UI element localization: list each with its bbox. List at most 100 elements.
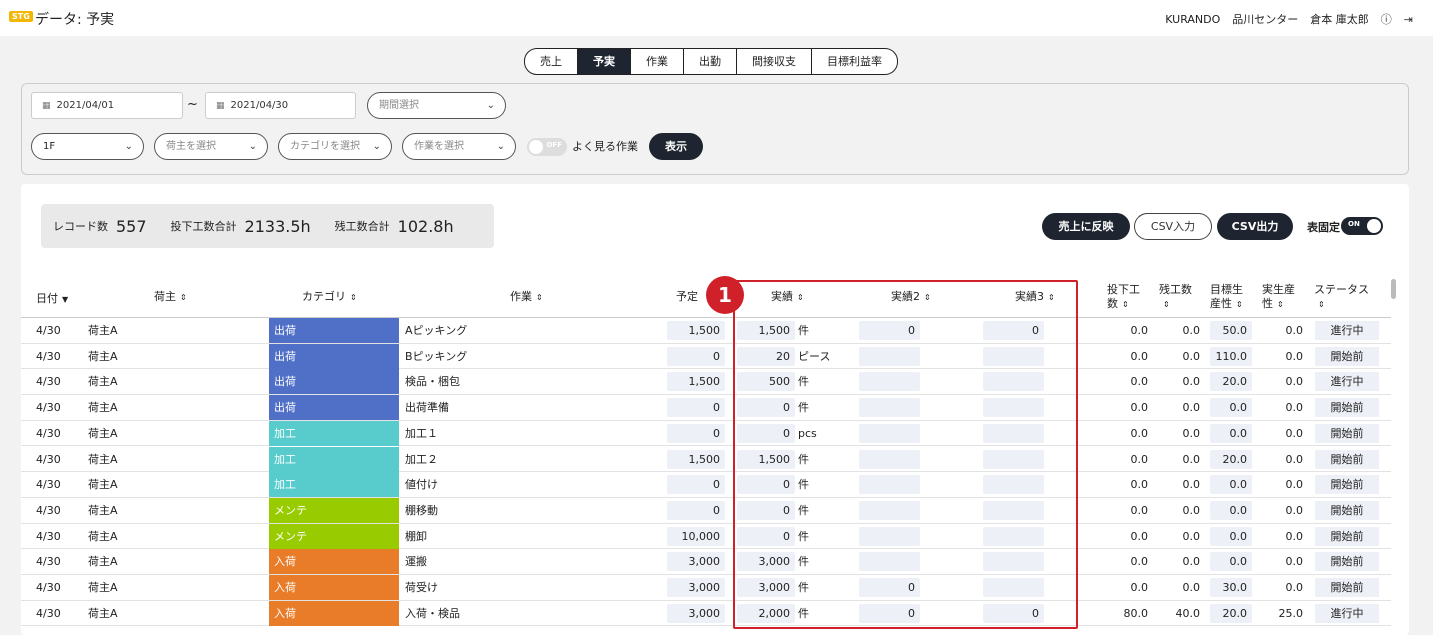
period-select[interactable]: 期間選択 ⌄ xyxy=(367,92,506,119)
shipper-select[interactable]: 荷主を選択 ⌄ xyxy=(154,133,268,160)
actual2-input[interactable] xyxy=(859,500,920,520)
col-work[interactable]: 作業 ⇕ xyxy=(510,290,543,305)
actual2-input[interactable]: 0 xyxy=(859,603,920,623)
category-select[interactable]: カテゴリを選択 ⌄ xyxy=(278,133,392,160)
status-badge[interactable]: 開始前 xyxy=(1315,398,1379,418)
frequent-work-toggle[interactable]: OFF xyxy=(527,138,567,156)
col-input-hours[interactable]: 投下工数 ⇕ xyxy=(1107,283,1140,312)
tab-sales[interactable]: 売上 xyxy=(525,49,578,74)
tab-attendance[interactable]: 出勤 xyxy=(684,49,737,74)
fix-header-toggle[interactable]: ON xyxy=(1341,217,1383,235)
target-productivity-input[interactable]: 0.0 xyxy=(1210,423,1252,443)
actual-input[interactable]: 0 xyxy=(737,398,795,418)
plan-input[interactable]: 0 xyxy=(667,423,725,443)
status-badge[interactable]: 開始前 xyxy=(1315,449,1379,469)
target-productivity-input[interactable]: 50.0 xyxy=(1210,321,1252,340)
col-status[interactable]: ステータス ⇕ xyxy=(1314,283,1369,312)
col-actual-productivity[interactable]: 実生産性 ⇕ xyxy=(1262,283,1295,312)
plan-input[interactable]: 0 xyxy=(667,475,725,495)
actual3-input[interactable] xyxy=(983,475,1044,495)
plan-input[interactable]: 0 xyxy=(667,500,725,520)
actual3-input[interactable] xyxy=(983,423,1044,443)
csv-import-button[interactable]: CSV入力 xyxy=(1134,213,1212,240)
actual-input[interactable]: 20 xyxy=(737,346,795,366)
actual-input[interactable]: 1,500 xyxy=(737,321,795,340)
plan-input[interactable]: 0 xyxy=(667,346,725,366)
status-badge[interactable]: 進行中 xyxy=(1315,603,1379,623)
actual3-input[interactable] xyxy=(983,346,1044,366)
actual2-input[interactable] xyxy=(859,526,920,546)
target-productivity-input[interactable]: 0.0 xyxy=(1210,475,1252,495)
tab-plan-actual[interactable]: 予実 xyxy=(578,49,631,74)
actual3-input[interactable] xyxy=(983,578,1044,597)
table-scrollbar[interactable] xyxy=(1391,279,1396,299)
actual-input[interactable]: 1,500 xyxy=(737,449,795,469)
actual3-input[interactable]: 0 xyxy=(983,321,1044,340)
plan-input[interactable]: 10,000 xyxy=(667,526,725,546)
status-badge[interactable]: 開始前 xyxy=(1315,500,1379,520)
plan-input[interactable]: 3,000 xyxy=(667,578,725,597)
date-to-field[interactable]: ▦ 2021/04/30 xyxy=(205,92,356,119)
actual-input[interactable]: 2,000 xyxy=(737,603,795,623)
actual2-input[interactable] xyxy=(859,552,920,572)
plan-input[interactable]: 1,500 xyxy=(667,372,725,392)
show-button[interactable]: 表示 xyxy=(649,133,703,160)
col-date[interactable]: 日付 ▼ xyxy=(36,292,68,307)
actual3-input[interactable] xyxy=(983,449,1044,469)
status-badge[interactable]: 開始前 xyxy=(1315,346,1379,366)
col-target-productivity[interactable]: 目標生 産性 ⇕ xyxy=(1210,283,1243,312)
actual2-input[interactable] xyxy=(859,449,920,469)
target-productivity-input[interactable]: 20.0 xyxy=(1210,449,1252,469)
actual2-input[interactable] xyxy=(859,372,920,392)
col-actual[interactable]: 実績 ⇕ xyxy=(771,290,804,305)
status-badge[interactable]: 開始前 xyxy=(1315,423,1379,443)
actual2-input[interactable]: 0 xyxy=(859,578,920,597)
actual3-input[interactable] xyxy=(983,500,1044,520)
actual-input[interactable]: 0 xyxy=(737,475,795,495)
actual3-input[interactable] xyxy=(983,526,1044,546)
status-badge[interactable]: 開始前 xyxy=(1315,578,1379,597)
actual-input[interactable]: 0 xyxy=(737,526,795,546)
actual3-input[interactable]: 0 xyxy=(983,603,1044,623)
help-circle-icon[interactable]: ⓘ xyxy=(1381,11,1392,27)
target-productivity-input[interactable]: 0.0 xyxy=(1210,398,1252,418)
col-shipper[interactable]: 荷主 ⇕ xyxy=(154,290,187,305)
plan-input[interactable]: 3,000 xyxy=(667,552,725,572)
floor-select[interactable]: 1F ⌄ xyxy=(31,133,144,160)
status-badge[interactable]: 開始前 xyxy=(1315,552,1379,572)
tab-indirect-balance[interactable]: 間接収支 xyxy=(737,49,812,74)
col-category[interactable]: カテゴリ ⇕ xyxy=(302,290,357,305)
logout-icon[interactable]: ⇥ xyxy=(1404,13,1413,26)
status-badge[interactable]: 進行中 xyxy=(1315,321,1379,340)
plan-input[interactable]: 0 xyxy=(667,398,725,418)
user-name[interactable]: 倉本 庫太郎 xyxy=(1310,11,1369,27)
col-remaining-hours[interactable]: 残工数 ⇕ xyxy=(1159,283,1192,312)
target-productivity-input[interactable]: 30.0 xyxy=(1210,578,1252,597)
plan-input[interactable]: 3,000 xyxy=(667,603,725,623)
plan-input[interactable]: 1,500 xyxy=(667,321,725,340)
tab-target-margin[interactable]: 目標利益率 xyxy=(812,49,897,74)
actual3-input[interactable] xyxy=(983,398,1044,418)
actual-input[interactable]: 3,000 xyxy=(737,552,795,572)
actual2-input[interactable] xyxy=(859,346,920,366)
actual3-input[interactable] xyxy=(983,552,1044,572)
target-productivity-input[interactable]: 0.0 xyxy=(1210,500,1252,520)
col-actual3[interactable]: 実績3 ⇕ xyxy=(1015,290,1055,305)
status-badge[interactable]: 進行中 xyxy=(1315,372,1379,392)
actual3-input[interactable] xyxy=(983,372,1044,392)
col-actual2[interactable]: 実績2 ⇕ xyxy=(891,290,931,305)
target-productivity-input[interactable]: 20.0 xyxy=(1210,603,1252,623)
plan-input[interactable]: 1,500 xyxy=(667,449,725,469)
target-productivity-input[interactable]: 0.0 xyxy=(1210,552,1252,572)
actual-input[interactable]: 0 xyxy=(737,500,795,520)
work-select[interactable]: 作業を選択 ⌄ xyxy=(402,133,516,160)
actual2-input[interactable] xyxy=(859,398,920,418)
status-badge[interactable]: 開始前 xyxy=(1315,526,1379,546)
csv-export-button[interactable]: CSV出力 xyxy=(1217,213,1293,240)
actual2-input[interactable]: 0 xyxy=(859,321,920,340)
actual2-input[interactable] xyxy=(859,475,920,495)
status-badge[interactable]: 開始前 xyxy=(1315,475,1379,495)
actual-input[interactable]: 500 xyxy=(737,372,795,392)
actual2-input[interactable] xyxy=(859,423,920,443)
target-productivity-input[interactable]: 20.0 xyxy=(1210,372,1252,392)
